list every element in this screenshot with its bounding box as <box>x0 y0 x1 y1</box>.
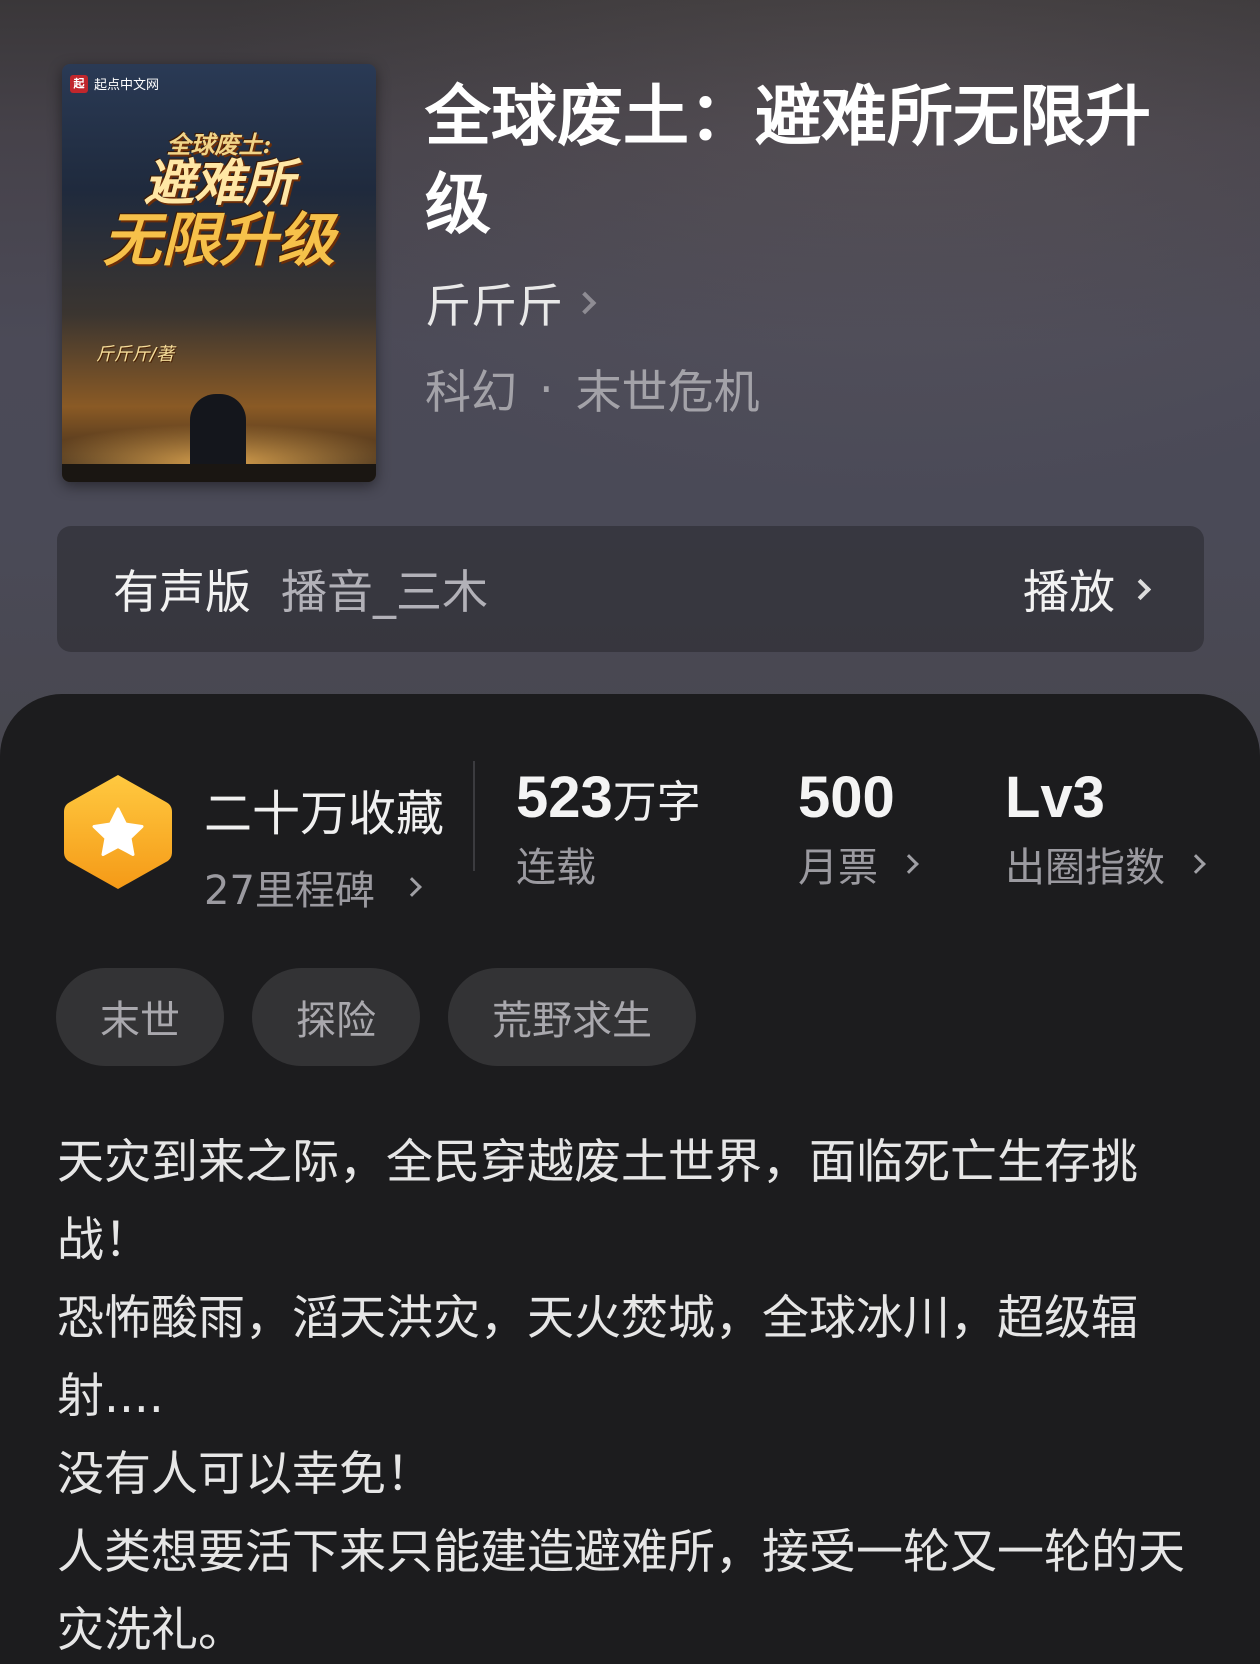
popularity-index-label: 出圈指数 <box>1005 845 1165 891</box>
description-paragraph: 天灾到来之际，全民穿越废土世界，面临死亡生存挑战！ <box>57 1135 1138 1268</box>
genre-line: 科幻 · 末世危机 <box>425 356 760 422</box>
play-button[interactable]: 播放 <box>1023 556 1152 622</box>
audiobook-label: 有声版 <box>113 565 251 619</box>
chevron-right-icon <box>1129 578 1152 600</box>
cover-publisher: 起 起点中文网 <box>70 74 159 93</box>
description-paragraph: 没有人可以幸免！ <box>57 1447 433 1502</box>
star-badge-icon <box>64 775 172 889</box>
monthly-votes-stat[interactable]: 500 月票 <box>798 764 919 893</box>
separator: · <box>539 362 554 416</box>
author-link[interactable]: 斤斤斤 <box>425 270 597 336</box>
word-count-unit: 万字 <box>612 777 701 828</box>
cover-publisher-name: 起点中文网 <box>94 78 160 93</box>
tag-chip[interactable]: 荒野求生 <box>448 968 696 1066</box>
cover-skyline <box>62 464 376 482</box>
tag-list: 末世 探险 荒野求生 <box>56 968 696 1066</box>
chevron-right-icon <box>899 854 919 874</box>
serial-status: 连载 <box>516 845 596 891</box>
description-paragraph: 恐怖酸雨，滔天洪灾，天火焚城，全球冰川，超级辐射.... <box>57 1291 1138 1424</box>
tag-chip[interactable]: 末世 <box>56 968 224 1066</box>
chevron-right-icon <box>402 877 422 897</box>
milestones-count: 27里程碑 <box>204 868 375 914</box>
stats-divider <box>473 761 475 871</box>
favorites-stat[interactable]: 二十万收藏 27里程碑 <box>204 774 444 916</box>
chevron-right-icon <box>1186 854 1206 874</box>
cover-title: 全球废土: 避难所 无限升级 <box>72 132 366 271</box>
author-name: 斤斤斤 <box>425 279 563 333</box>
monthly-votes-label: 月票 <box>798 845 878 891</box>
publisher-logo-icon: 起 <box>70 74 88 93</box>
cover-title-line: 避难所 <box>144 153 294 213</box>
audiobook-bar[interactable]: 有声版 播音_三木 播放 <box>57 526 1204 652</box>
word-count-number: 523 <box>516 765 613 830</box>
audiobook-narrator: 播音_三木 <box>281 565 488 619</box>
monthly-votes-number: 500 <box>798 765 895 830</box>
word-count-stat: 523万字 连载 <box>516 764 701 893</box>
details-panel: 二十万收藏 27里程碑 523万字 连载 500 月票 Lv3 出圈指数 末世 … <box>0 694 1260 1664</box>
cover-title-line: 无限升级 <box>102 205 335 274</box>
chevron-right-icon <box>573 291 597 315</box>
book-description[interactable]: 天灾到来之际，全民穿越废土世界，面临死亡生存挑战！ 恐怖酸雨，滔天洪灾，天火焚城… <box>57 1124 1207 1664</box>
book-title: 全球废土：避难所无限升级 <box>425 77 1151 243</box>
category[interactable]: 科幻 <box>425 356 517 422</box>
tag-chip[interactable]: 探险 <box>252 968 420 1066</box>
book-cover[interactable]: 起 起点中文网 全球废土: 避难所 无限升级 斤斤斤/著 <box>62 64 376 482</box>
cover-author: 斤斤斤/著 <box>96 344 175 365</box>
popularity-level: Lv3 <box>1005 765 1105 830</box>
popularity-index-stat[interactable]: Lv3 出圈指数 <box>1005 764 1206 893</box>
subcategory[interactable]: 末世危机 <box>576 356 760 422</box>
description-paragraph: 人类想要活下来只能建造避难所，接受一轮又一轮的天灾洗礼。 <box>57 1525 1185 1658</box>
favorites-count: 二十万收藏 <box>204 786 445 842</box>
play-label: 播放 <box>1023 565 1115 619</box>
